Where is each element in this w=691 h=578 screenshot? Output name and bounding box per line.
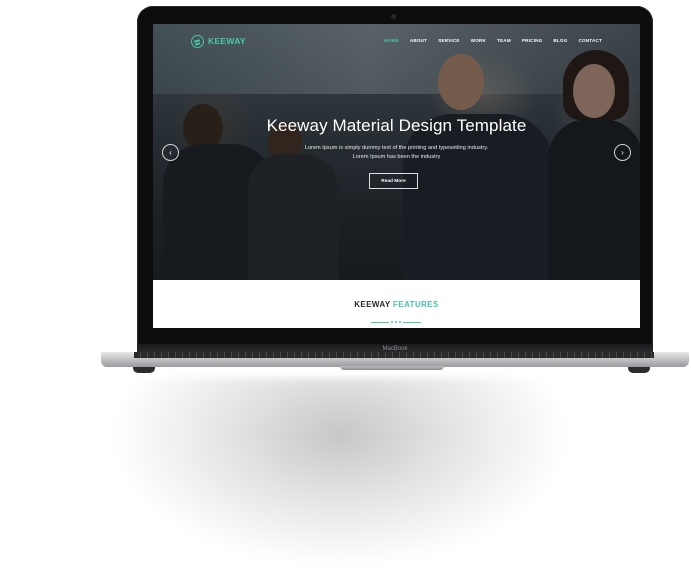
laptop-screen: KEEWAY HOME ABOUT SERVICE WORK TEAM PRIC… [153, 24, 640, 328]
nav-item-contact[interactable]: CONTACT [578, 38, 602, 43]
slider-prev-button[interactable]: ‹ [162, 144, 179, 161]
logo-text: KEEWAY [208, 36, 246, 46]
keyboard-edge [134, 352, 654, 358]
divider-dot [391, 321, 393, 323]
section-divider [371, 319, 421, 325]
slider-next-button[interactable]: › [614, 144, 631, 161]
features-heading-part1: KEEWAY [354, 300, 391, 309]
floor-shadow [110, 378, 570, 568]
laptop-foot [628, 367, 650, 373]
chevron-right-icon: › [621, 148, 624, 157]
camera-dot [391, 14, 396, 19]
nav-item-about[interactable]: ABOUT [410, 38, 427, 43]
hero-subtitle-line: Lorem Ipsum is simply dummy text of the … [304, 145, 489, 151]
nav-item-work[interactable]: WORK [471, 38, 486, 43]
opening-notch [340, 366, 444, 370]
laptop-foot [133, 367, 155, 373]
hero-slider: KEEWAY HOME ABOUT SERVICE WORK TEAM PRIC… [153, 24, 640, 280]
nav-item-team[interactable]: TEAM [497, 38, 511, 43]
divider-line [403, 321, 421, 323]
chevron-left-icon: ‹ [169, 148, 172, 157]
keeway-logo-icon [191, 34, 204, 48]
nav-item-service[interactable]: SERVICE [438, 38, 459, 43]
product-mockup: KEEWAY HOME ABOUT SERVICE WORK TEAM PRIC… [0, 0, 691, 578]
nav-item-home[interactable]: HOME [384, 38, 399, 43]
nav-item-pricing[interactable]: PRICING [522, 38, 543, 43]
site-logo[interactable]: KEEWAY [191, 34, 246, 48]
hero-subtitle-line: Lorem Ipsum has been the industry [352, 154, 441, 160]
main-menu: HOME ABOUT SERVICE WORK TEAM PRICING BLO… [384, 38, 602, 43]
laptop-lid: KEEWAY HOME ABOUT SERVICE WORK TEAM PRIC… [137, 6, 653, 350]
top-navigation: KEEWAY HOME ABOUT SERVICE WORK TEAM PRIC… [153, 24, 640, 54]
nav-item-blog[interactable]: BLOG [553, 38, 567, 43]
features-heading: KEEWAY FEATURES [153, 300, 640, 309]
read-more-button[interactable]: Read More [369, 173, 418, 189]
hero-subtitle: Lorem Ipsum is simply dummy text of the … [153, 144, 640, 162]
features-heading-part2: FEATURES [393, 300, 439, 309]
hero-title: Keeway Material Design Template [266, 116, 527, 135]
divider-dot [399, 321, 401, 323]
divider-line [371, 321, 389, 323]
divider-dot [395, 321, 397, 323]
